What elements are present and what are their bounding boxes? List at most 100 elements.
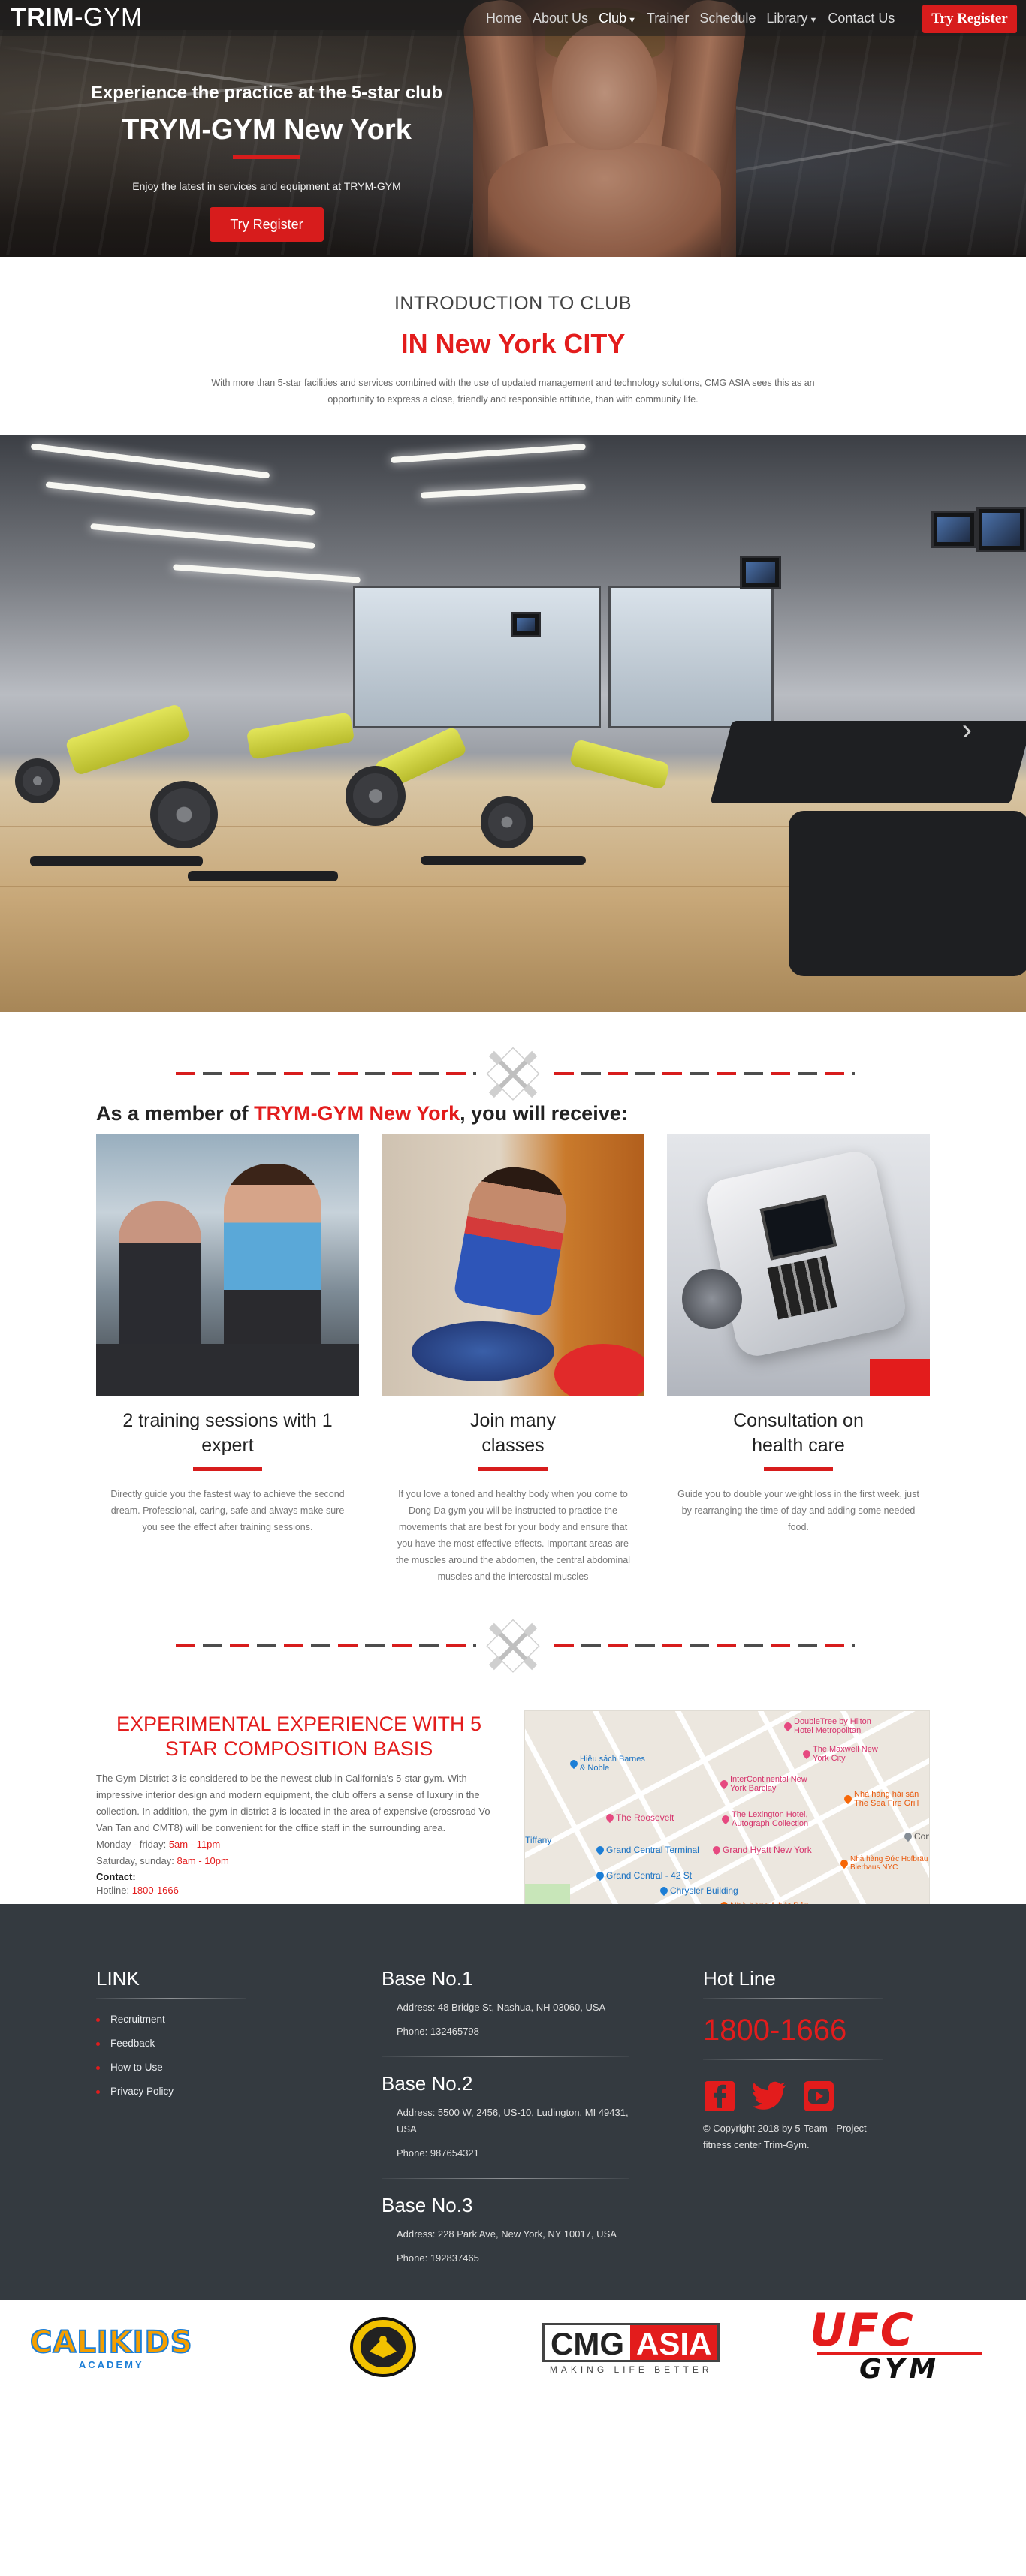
- map-poi-label: Tiffany: [525, 1835, 552, 1845]
- map-poi[interactable]: Tiffany: [525, 1835, 551, 1845]
- intro-section: INTRODUCTION TO CLUB IN New York CITY Wi…: [0, 293, 1026, 408]
- cmg-right: ASIA: [630, 2325, 718, 2361]
- hero-title: TRYM-GYM New York: [122, 114, 412, 146]
- carousel-next-icon[interactable]: ›: [962, 713, 972, 747]
- benefit-underline: [193, 1467, 262, 1471]
- map-poi-label: Nhà hàng hải sản The Sea Fire Grill: [854, 1790, 919, 1808]
- hotline-link[interactable]: 1800-1666: [132, 1885, 179, 1896]
- map-poi[interactable]: Grand Central - 42 St: [594, 1869, 693, 1882]
- footer-hotline-number[interactable]: 1800-1666: [703, 2014, 891, 2047]
- map-poi[interactable]: Consu: [902, 1830, 929, 1842]
- nav-item-club[interactable]: Club ▼: [593, 11, 641, 26]
- youtube-icon[interactable]: [802, 2080, 835, 2113]
- bullet-icon: [96, 2065, 100, 2070]
- twitter-icon[interactable]: [753, 2080, 786, 2113]
- map-poi[interactable]: Grand Hyatt New York: [711, 1844, 812, 1856]
- location-map[interactable]: DoubleTree by Hilton Hotel Metropolitan …: [524, 1710, 930, 1913]
- nav-label: Club: [599, 11, 627, 26]
- section-divider: [0, 1616, 1026, 1676]
- benefits-heading: As a member of TRYM-GYM New York, you wi…: [96, 1102, 628, 1125]
- map-poi[interactable]: InterContinental New York Barclay: [718, 1775, 820, 1793]
- map-poi-label: The Roosevelt: [616, 1812, 674, 1823]
- benefit-title: Join many classes: [453, 1409, 573, 1458]
- experience-title: EXPERIMENTAL EXPERIENCE WITH 5 STAR COMP…: [116, 1713, 482, 1760]
- hero-banner: TRIM-GYM Home About Us Club ▼ Trainer Sch…: [0, 0, 1026, 257]
- benefit-text: If you love a toned and healthy body whe…: [396, 1489, 630, 1582]
- map-poi-label: Grand Central - 42 St: [606, 1870, 693, 1881]
- footer-heading: Hot Line: [703, 1967, 776, 1990]
- base-address: Address: 228 Park Ave, New York, NY 1001…: [397, 2228, 617, 2240]
- map-poi[interactable]: Nhà hàng hải sản The Sea Fire Grill: [842, 1790, 929, 1808]
- base-address: Address: 5500 W, 2456, US-10, Ludington,…: [397, 2107, 629, 2135]
- base-name: Base No.3: [382, 2194, 473, 2216]
- nav-item-trainer[interactable]: Trainer: [641, 11, 694, 26]
- bullet-icon: [96, 2041, 100, 2046]
- map-poi-label: Hiệu sách Barnes & Noble: [580, 1755, 645, 1773]
- footer-link-recruitment[interactable]: Recruitment: [96, 2008, 291, 2032]
- brand-bold: TRIM: [11, 3, 75, 32]
- map-poi[interactable]: The Lexington Hotel, Autograph Collectio…: [720, 1810, 844, 1828]
- benefits-heading-accent: TRYM-GYM New York: [254, 1102, 460, 1125]
- social-links: [703, 2080, 891, 2113]
- ufc-gym-logo[interactable]: UFC GYM: [810, 2308, 982, 2385]
- experience-text: The Gym District 3 is considered to be t…: [96, 1773, 490, 1833]
- footer-link-label: Feedback: [110, 2038, 155, 2049]
- ufc-sub: GYM: [859, 2354, 940, 2385]
- hero-register-button[interactable]: Try Register: [210, 207, 324, 242]
- calikids-logo[interactable]: CALIKIDS ACADEMY: [29, 2327, 193, 2370]
- footer-links-column: LINK Recruitment Feedback How to Use Pri…: [96, 1967, 291, 2104]
- weekday-hours: Monday - friday: 5am - 11pm: [96, 1836, 502, 1853]
- nav-item-about[interactable]: About Us: [527, 11, 593, 26]
- map-poi[interactable]: Hiệu sách Barnes & Noble: [568, 1755, 647, 1773]
- nav-item-home[interactable]: Home: [481, 11, 527, 26]
- footer-heading: LINK: [96, 1967, 140, 1990]
- map-poi[interactable]: DoubleTree by Hilton Hotel Metropolitan: [782, 1717, 892, 1735]
- map-poi-label: The Lexington Hotel, Autograph Collectio…: [732, 1810, 809, 1828]
- base-phone: Phone: 192837465: [397, 2252, 479, 2264]
- map-poi[interactable]: The Maxwell New York City: [801, 1745, 895, 1763]
- footer-link-label: How to Use: [110, 2062, 163, 2073]
- footer-bases-column: Base No.1 Address: 48 Bridge St, Nashua,…: [382, 1967, 629, 2282]
- map-poi-label: DoubleTree by Hilton Hotel Metropolitan: [794, 1717, 871, 1735]
- footer-link-how-to-use[interactable]: How to Use: [96, 2056, 291, 2080]
- intro-text: With more than 5-star facilities and ser…: [211, 378, 815, 405]
- base-phone: Phone: 132465798: [397, 2026, 479, 2037]
- map-poi[interactable]: The Roosevelt: [604, 1812, 674, 1824]
- cmg-tagline: MAKING LIFE BETTER: [549, 2364, 713, 2375]
- benefit-underline: [478, 1467, 548, 1471]
- base-address: Address: 48 Bridge St, Nashua, NH 03060,…: [397, 2002, 606, 2013]
- facebook-icon[interactable]: [703, 2080, 736, 2113]
- hotline-row: Hotline: 1800-1666: [96, 1882, 502, 1899]
- crossed-dumbbells-icon: [486, 1047, 540, 1101]
- nav-item-library[interactable]: Library ▼: [761, 11, 822, 26]
- nav-register-button[interactable]: Try Register: [922, 5, 1017, 33]
- nav-item-schedule[interactable]: Schedule: [694, 11, 761, 26]
- map-poi[interactable]: Nhà hàng Đức Hofbräu Bierhaus NYC: [838, 1855, 929, 1872]
- base-name: Base No.1: [382, 1967, 473, 1990]
- benefit-card-training: 2 training sessions with 1 expert Direct…: [96, 1134, 359, 1535]
- footer-copyright: © Copyright 2018 by 5-Team - Project fit…: [703, 2123, 867, 2150]
- cmg-asia-logo[interactable]: CMG ASIA MAKING LIFE BETTER: [542, 2323, 720, 2375]
- map-poi[interactable]: Grand Central Terminal: [594, 1844, 699, 1856]
- caret-down-icon: ▼: [628, 16, 636, 25]
- footer-link-feedback[interactable]: Feedback: [96, 2032, 291, 2056]
- hero-subtitle: Experience the practice at the 5-star cl…: [90, 83, 443, 103]
- map-poi[interactable]: Chrysler Building: [658, 1885, 738, 1897]
- nav-label: Library: [766, 11, 808, 26]
- nav-item-contact[interactable]: Contact Us: [822, 11, 900, 26]
- nav-label: About Us: [533, 11, 589, 26]
- top-navbar: TRIM-GYM Home About Us Club ▼ Trainer Sch…: [0, 0, 1026, 36]
- partner-logos: CALIKIDS ACADEMY CMG ASIA MAKING LIFE BE…: [0, 2300, 1026, 2391]
- base-block: Base No.2 Address: 5500 W, 2456, US-10, …: [382, 2072, 629, 2179]
- nav-label: Contact Us: [828, 11, 895, 26]
- benefit-card-classes: Join many classes If you love a toned an…: [382, 1134, 644, 1585]
- base-block: Base No.1 Address: 48 Bridge St, Nashua,…: [382, 1967, 629, 2057]
- contact-label: Contact:: [96, 1871, 136, 1882]
- brand-light: -GYM: [74, 3, 143, 32]
- brand-logo[interactable]: TRIM-GYM: [11, 3, 143, 32]
- caret-down-icon: ▼: [809, 16, 818, 25]
- seal-logo[interactable]: [350, 2317, 416, 2381]
- experience-section: EXPERIMENTAL EXPERIENCE WITH 5 STAR COMP…: [96, 1712, 502, 1899]
- section-divider: [0, 1044, 1026, 1104]
- footer-link-privacy[interactable]: Privacy Policy: [96, 2080, 291, 2104]
